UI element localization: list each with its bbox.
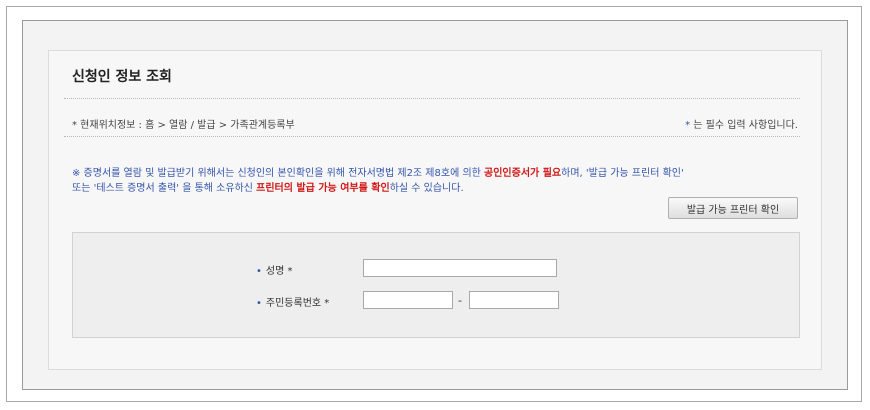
- rrn-bullet: •: [256, 298, 262, 309]
- page-title: 신청인 정보 조회: [72, 69, 172, 85]
- notice-part-1: ※ 증명서를 열람 및 발급받기 위해서는 신청인의 본인확인을 위해 전자서명…: [72, 168, 485, 179]
- notice-part-2: 하며, '발급 가능 프린터 확인': [561, 168, 684, 179]
- notice-part-4: 하실 수 있습니다.: [389, 183, 464, 194]
- breadcrumb-prefix: * 현재위치정보 :: [72, 120, 146, 131]
- rrn-label-text: 주민등록번호 *: [265, 298, 330, 309]
- notice-highlight-certificate: 공인인증서가 필요: [484, 168, 562, 179]
- required-note-text: 는 필수 입력 사항입니다.: [690, 120, 798, 131]
- notice-highlight-printer: 프린터의 발급 가능 여부를 확인: [256, 183, 390, 194]
- required-note: * 는 필수 입력 사항입니다.: [685, 116, 798, 131]
- name-label-text: 성명 *: [265, 266, 293, 277]
- rrn-front-input[interactable]: [363, 291, 453, 309]
- name-label: • 성명 *: [256, 262, 293, 277]
- notice-text: ※ 증명서를 열람 및 발급받기 위해서는 신청인의 본인확인을 위해 전자서명…: [72, 166, 812, 196]
- breadcrumb-divider: [64, 136, 800, 137]
- breadcrumb-path: 홈 > 열람 / 발급 > 가족관계등록부: [145, 120, 295, 131]
- applicant-form: [72, 232, 800, 338]
- name-bullet: •: [256, 266, 262, 277]
- breadcrumb: * 현재위치정보 : 홈 > 열람 / 발급 > 가족관계등록부: [72, 116, 295, 131]
- rrn-separator: -: [458, 294, 462, 307]
- name-input[interactable]: [363, 259, 557, 277]
- notice-part-3: 또는 '테스트 증명서 출력' 을 통해 소유하신: [72, 183, 257, 194]
- rrn-label: • 주민등록번호 *: [256, 294, 329, 309]
- check-printer-button[interactable]: 발급 가능 프린터 확인: [668, 197, 798, 219]
- rrn-back-input[interactable]: [469, 291, 559, 309]
- title-divider: [64, 98, 800, 99]
